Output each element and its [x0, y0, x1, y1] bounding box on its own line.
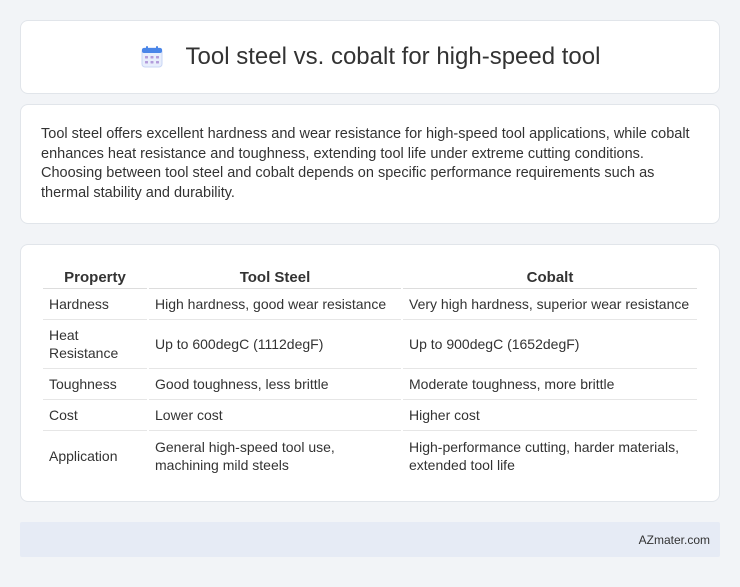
header-property: Property: [43, 265, 147, 289]
table-row: Hardness High hardness, good wear resist…: [43, 289, 697, 320]
cobalt-cell: Moderate toughness, more brittle: [403, 369, 697, 400]
table-header-row: Property Tool Steel Cobalt: [43, 265, 697, 289]
cobalt-cell: Up to 900degC (1652degF): [403, 320, 697, 369]
title-wrap: Tool steel vs. cobalt for high-speed too…: [140, 43, 601, 71]
footer-site-link[interactable]: AZmater.com: [639, 533, 710, 547]
cobalt-cell: High-performance cutting, harder materia…: [409, 439, 680, 473]
property-cell: Heat Resistance: [43, 320, 147, 369]
comparison-table: Property Tool Steel Cobalt Hardness High…: [41, 265, 699, 481]
cobalt-cell: Higher cost: [403, 400, 697, 431]
calendar-icon: [140, 45, 164, 69]
header-card: Tool steel vs. cobalt for high-speed too…: [20, 20, 720, 94]
property-cell: Application: [49, 448, 118, 464]
property-cell: Toughness: [43, 369, 147, 400]
summary-card: Tool steel offers excellent hardness and…: [20, 104, 720, 224]
tool-steel-cell: General high-speed tool use, machining m…: [155, 439, 335, 473]
footer-bar: AZmater.com: [20, 522, 720, 557]
tool-steel-cell: High hardness, good wear resistance: [149, 289, 401, 320]
table-row: Heat Resistance Up to 600degC (1112degF)…: [43, 320, 697, 369]
property-cell: Cost: [43, 400, 147, 431]
table-row: Application General high-speed tool use,…: [43, 431, 697, 481]
header-cobalt: Cobalt: [403, 265, 697, 289]
table-row: Toughness Good toughness, less brittle M…: [43, 369, 697, 400]
table-card: Property Tool Steel Cobalt Hardness High…: [20, 244, 720, 502]
header-tool-steel: Tool Steel: [149, 265, 401, 289]
tool-steel-cell: Good toughness, less brittle: [149, 369, 401, 400]
cobalt-cell: Very high hardness, superior wear resist…: [403, 289, 697, 320]
summary-text: Tool steel offers excellent hardness and…: [41, 126, 690, 201]
page-title: Tool steel vs. cobalt for high-speed too…: [185, 43, 601, 70]
tool-steel-cell: Up to 600degC (1112degF): [149, 320, 401, 369]
table-row: Cost Lower cost Higher cost: [43, 400, 697, 431]
property-cell: Hardness: [43, 289, 147, 320]
tool-steel-cell: Lower cost: [149, 400, 401, 431]
